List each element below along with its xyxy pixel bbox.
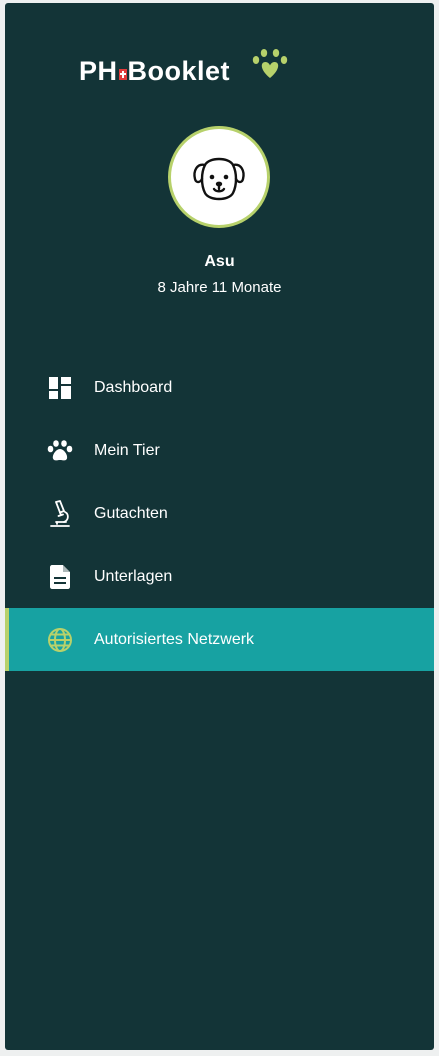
nav-label-autorisiertes-netzwerk: Autorisiertes Netzwerk — [94, 630, 255, 648]
window-frame: PH Booklet Asu 8 Jahre 11 Monate Dashboa… — [0, 0, 439, 1056]
logo-wordmark: PH Booklet — [79, 56, 230, 87]
pet-age: 8 Jahre 11 Monate — [157, 279, 282, 296]
dog-face-icon — [193, 157, 245, 201]
nav-item-mein-tier[interactable]: Mein Tier — [5, 419, 434, 482]
logo-ph: PH — [79, 55, 118, 86]
swiss-flag-icon — [118, 68, 127, 80]
nav-label-dashboard: Dashboard — [94, 378, 173, 396]
nav-item-autorisiertes-netzwerk[interactable]: Autorisiertes Netzwerk — [5, 608, 434, 671]
logo-rest: Booklet — [127, 55, 231, 86]
nav-item-unterlagen[interactable]: Unterlagen — [5, 545, 434, 608]
nav-label-gutachten: Gutachten — [94, 504, 168, 522]
nav-item-gutachten[interactable]: Gutachten — [5, 482, 434, 545]
globe-icon — [46, 626, 74, 654]
paw-icon — [46, 437, 74, 465]
document-icon — [46, 563, 74, 591]
sidebar-nav: Dashboard Mein Tier Gutachten Unterlagen… — [5, 356, 434, 671]
nav-label-unterlagen: Unterlagen — [94, 567, 173, 585]
paw-heart-icon — [252, 49, 288, 78]
nav-item-dashboard[interactable]: Dashboard — [5, 356, 434, 419]
brand-logo[interactable]: PH Booklet — [79, 49, 290, 89]
sidebar: PH Booklet Asu 8 Jahre 11 Monate Dashboa… — [5, 3, 434, 1050]
dashboard-icon — [46, 374, 74, 402]
nav-label-mein-tier: Mein Tier — [94, 441, 160, 459]
pet-avatar[interactable] — [168, 126, 270, 228]
pet-name: Asu — [204, 253, 235, 270]
microscope-icon — [46, 499, 74, 528]
